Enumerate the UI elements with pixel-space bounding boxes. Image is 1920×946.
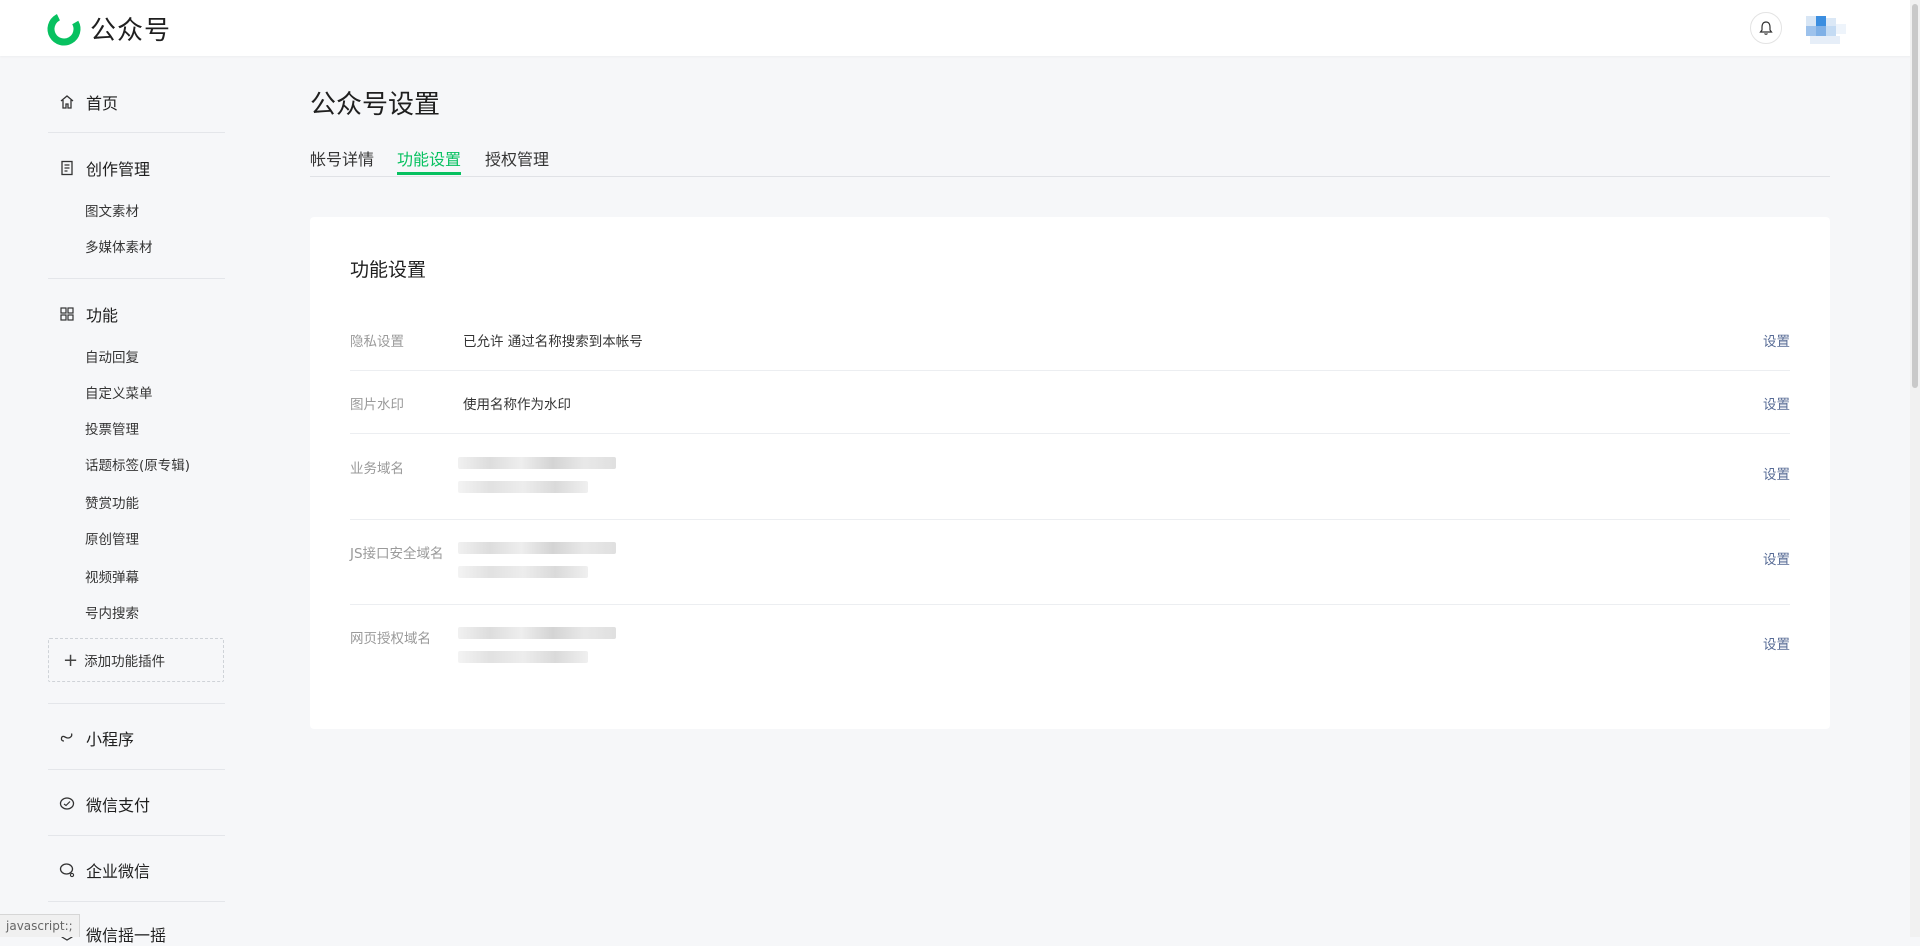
settings-row-watermark: 图片水印 使用名称作为水印 设置 [350, 393, 1790, 417]
sidebar-item-label: 创作管理 [86, 160, 151, 179]
sidebar-item-label: 微信支付 [86, 796, 151, 815]
sidebar-item-wecom[interactable]: 企业微信 [58, 858, 150, 882]
sidebar-subitem-article-materials[interactable]: 图文素材 [85, 200, 139, 220]
sidebar-item-mini-program[interactable]: 小程序 [58, 726, 134, 750]
row-label: 业务域名 [350, 461, 404, 477]
row-value: 已允许 通过名称搜索到本帐号 [463, 334, 643, 350]
card-title: 功能设置 [350, 259, 427, 281]
sidebar-subitem-media-materials[interactable]: 多媒体素材 [85, 236, 153, 256]
privacy-settings-link[interactable]: 设置 [1763, 330, 1790, 350]
sidebar-item-wechat-pay[interactable]: 微信支付 [58, 792, 150, 816]
row-value: 使用名称作为水印 [463, 397, 571, 413]
avatar[interactable] [1800, 14, 1856, 44]
sidebar-subitem-in-account-search[interactable]: 号内搜索 [85, 602, 139, 622]
plus-icon: + [63, 649, 79, 671]
scrollbar-thumb[interactable] [1912, 4, 1918, 388]
business-domain-settings-link[interactable]: 设置 [1763, 463, 1790, 483]
sidebar: 首页 创作管理 图文素材 多媒体素材 功能 自动回复 自定义菜单 投票管理 话题… [0, 56, 270, 945]
sidebar-subitem-original[interactable]: 原创管理 [85, 528, 139, 548]
redacted-domain [458, 566, 588, 578]
divider [350, 433, 1790, 434]
sidebar-subitem-reward[interactable]: 赞赏功能 [85, 492, 139, 512]
sidebar-subitem-vote[interactable]: 投票管理 [85, 418, 139, 438]
redacted-domain [458, 627, 616, 639]
grid-icon [58, 305, 76, 323]
sidebar-subitem-topic-tags[interactable]: 话题标签(原专辑) [85, 454, 190, 474]
tab-authorization[interactable]: 授权管理 [485, 146, 549, 170]
divider [350, 519, 1790, 520]
divider [48, 769, 225, 770]
top-bar: 公众号 [0, 0, 1920, 56]
add-plugin-label: 添加功能插件 [84, 654, 166, 670]
row-label: 隐私设置 [350, 334, 404, 350]
add-plugin-button[interactable]: + 添加功能插件 [48, 638, 224, 682]
wechat-official-logo-icon [47, 12, 81, 45]
brand[interactable]: 公众号 [46, 10, 171, 47]
divider [48, 835, 225, 836]
row-label: 图片水印 [350, 397, 404, 413]
sidebar-item-label: 功能 [86, 306, 119, 325]
status-bar-link-preview: javascript:; [0, 914, 80, 937]
tab-feature-settings[interactable]: 功能设置 [397, 146, 461, 170]
feature-settings-card: 功能设置 隐私设置 已允许 通过名称搜索到本帐号 设置 图片水印 使用名称作为水… [310, 217, 1830, 729]
sidebar-subitem-video-danmaku[interactable]: 视频弹幕 [85, 566, 139, 586]
document-icon [58, 159, 76, 177]
redacted-domain [458, 481, 588, 493]
tab-account-details[interactable]: 帐号详情 [310, 146, 374, 170]
settings-row-oauth-domain: 网页授权域名 设置 [350, 627, 1790, 687]
divider [48, 703, 225, 704]
chat-bubble-icon [58, 795, 76, 813]
page-title: 公众号设置 [310, 90, 441, 120]
chat-icon [58, 861, 76, 879]
divider [350, 604, 1790, 605]
sidebar-item-label: 企业微信 [86, 862, 151, 881]
sidebar-item-home[interactable]: 首页 [58, 90, 118, 114]
settings-row-js-domain: JS接口安全域名 设置 [350, 542, 1790, 602]
tab-bar: 帐号详情 功能设置 授权管理 [310, 142, 1830, 177]
divider [48, 132, 225, 133]
sidebar-item-features[interactable]: 功能 [58, 302, 118, 326]
active-tab-indicator [397, 172, 461, 175]
link-icon [58, 729, 76, 747]
redacted-domain [458, 542, 616, 554]
sidebar-item-label: 小程序 [86, 730, 135, 749]
bell-icon [1759, 21, 1773, 35]
settings-row-business-domain: 业务域名 设置 [350, 457, 1790, 517]
notification-button[interactable] [1750, 12, 1782, 44]
divider [350, 370, 1790, 371]
sidebar-item-label: 首页 [86, 94, 119, 113]
redacted-domain [458, 457, 616, 469]
divider [48, 901, 225, 902]
sidebar-item-creation[interactable]: 创作管理 [58, 156, 150, 180]
sidebar-subitem-auto-reply[interactable]: 自动回复 [85, 346, 139, 366]
js-domain-settings-link[interactable]: 设置 [1763, 548, 1790, 568]
home-icon [58, 93, 76, 111]
divider [48, 278, 225, 279]
sidebar-item-label: 微信摇一摇 [86, 926, 167, 945]
row-label: 网页授权域名 [350, 631, 431, 647]
settings-row-privacy: 隐私设置 已允许 通过名称搜索到本帐号 设置 [350, 330, 1790, 354]
redacted-domain [458, 651, 588, 663]
brand-name: 公众号 [90, 16, 172, 46]
oauth-domain-settings-link[interactable]: 设置 [1763, 633, 1790, 653]
row-label: JS接口安全域名 [350, 546, 444, 562]
watermark-settings-link[interactable]: 设置 [1763, 393, 1790, 413]
sidebar-subitem-custom-menu[interactable]: 自定义菜单 [85, 382, 153, 402]
